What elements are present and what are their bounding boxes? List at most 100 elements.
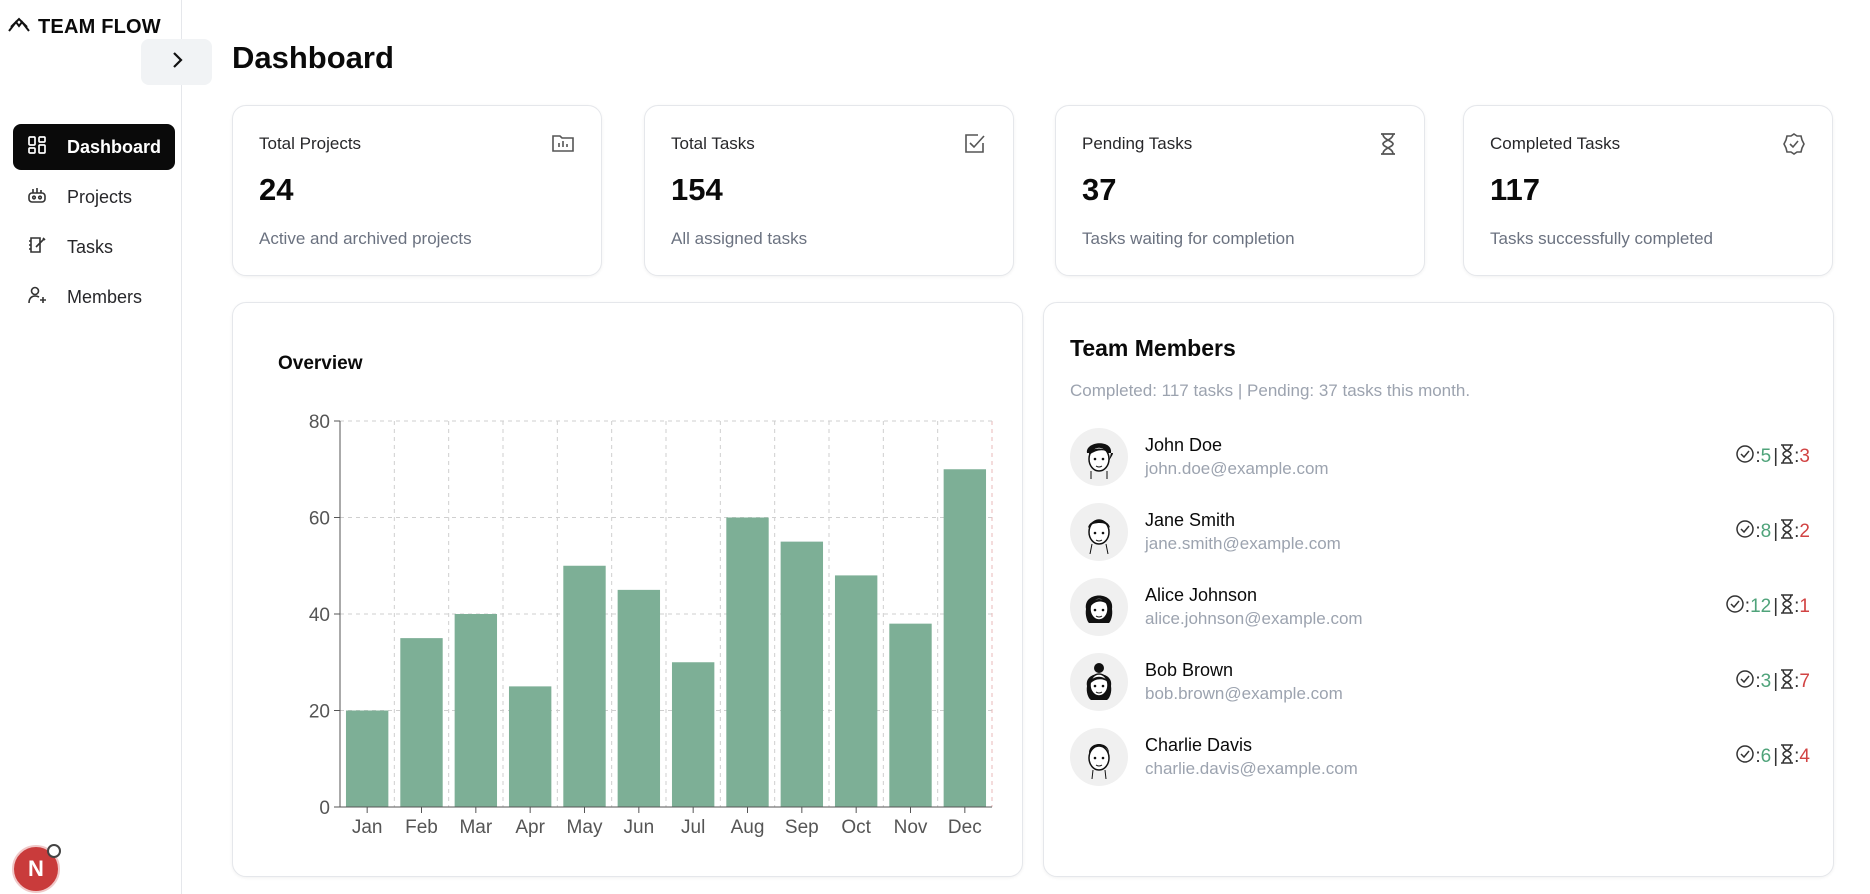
member-row[interactable]: Charlie Davis charlie.davis@example.com …	[1070, 719, 1810, 794]
pending-count: 3	[1799, 445, 1810, 467]
hourglass-icon	[1378, 132, 1398, 161]
member-row[interactable]: Alice Johnson alice.johnson@example.com …	[1070, 569, 1810, 644]
member-email: alice.johnson@example.com	[1145, 608, 1363, 628]
member-name: Charlie Davis	[1145, 734, 1253, 755]
check-circle-icon	[1735, 669, 1755, 695]
chevron-right-icon	[170, 51, 184, 74]
folder-icon	[551, 132, 575, 159]
bar-jan	[345, 710, 389, 807]
member-name: Bob Brown	[1145, 659, 1234, 680]
y-tick-label: 0	[319, 798, 330, 819]
stat-value: 154	[671, 172, 723, 207]
completed-count: 3	[1760, 670, 1772, 692]
x-tick-label: Feb	[405, 817, 438, 838]
sidebar-item-dashboard[interactable]: Dashboard	[13, 124, 175, 170]
sidebar-nav: Dashboard Projects Tasks Members	[13, 124, 175, 324]
brand-name: TEAM FLOW	[38, 16, 161, 38]
x-tick-label: Mar	[459, 817, 492, 838]
add-user-icon	[27, 285, 47, 310]
sidebar: TEAM FLOW Dashboard Projects Tasks Membe…	[0, 0, 182, 894]
tasks-icon	[27, 235, 47, 260]
bar-sep	[780, 541, 824, 807]
sidebar-item-members[interactable]: Members	[13, 274, 175, 320]
projects-icon	[27, 185, 47, 210]
x-tick-label: Dec	[948, 817, 982, 838]
member-task-counts: :5 | :3	[1735, 443, 1810, 470]
bar-feb	[400, 638, 443, 807]
check-circle-icon	[1735, 519, 1755, 545]
stat-value: 37	[1082, 172, 1117, 207]
check-circle-icon	[1735, 744, 1755, 770]
member-task-counts: :3 | :7	[1735, 668, 1810, 695]
hourglass-icon	[1780, 593, 1794, 620]
member-email: jane.smith@example.com	[1145, 533, 1341, 553]
user-avatar[interactable]: N	[12, 844, 61, 893]
page-title: Dashboard	[232, 40, 394, 75]
member-email: charlie.davis@example.com	[1145, 758, 1358, 778]
stat-label: Completed Tasks	[1490, 134, 1621, 153]
stat-card-completed-tasks: Completed Tasks 117 Tasks successfully c…	[1463, 105, 1833, 276]
member-name: John Doe	[1145, 434, 1223, 455]
sidebar-toggle-button[interactable]	[141, 39, 212, 85]
brand[interactable]: TEAM FLOW	[8, 16, 161, 39]
stat-value: 24	[259, 172, 294, 207]
completed-count: 12	[1750, 595, 1772, 617]
sidebar-item-label: Dashboard	[67, 136, 162, 157]
hourglass-icon	[1780, 443, 1794, 470]
member-task-counts: :12 | :1	[1725, 593, 1810, 620]
hourglass-icon	[1780, 518, 1794, 545]
member-list: John Doe john.doe@example.com :5 | :3 Ja…	[1070, 419, 1810, 794]
member-row[interactable]: Bob Brown bob.brown@example.com :3 | :7	[1070, 644, 1810, 719]
stat-value: 117	[1490, 172, 1541, 207]
sidebar-item-label: Tasks	[67, 236, 114, 257]
bar-jun	[617, 589, 661, 807]
x-tick-label: Jan	[352, 817, 383, 838]
overview-bar-chart: 0 20 40 60 80 Jan Feb Mar Apr May Jun Jul Aug Sep Oct N…	[309, 412, 993, 838]
x-tick-label: May	[567, 817, 603, 838]
avatar	[1070, 502, 1128, 561]
check-circle-icon	[1725, 594, 1745, 620]
member-row[interactable]: Jane Smith jane.smith@example.com :8 | :…	[1070, 494, 1810, 569]
avatar	[1070, 577, 1128, 636]
sidebar-item-label: Projects	[67, 186, 133, 207]
bar-aug	[726, 517, 769, 807]
mountain-logo-icon	[8, 16, 30, 39]
bar-nov	[889, 623, 932, 807]
completed-count: 6	[1760, 745, 1772, 767]
pending-count: 4	[1799, 745, 1810, 767]
stat-label: Pending Tasks	[1082, 134, 1193, 153]
sidebar-item-projects[interactable]: Projects	[13, 174, 175, 220]
member-name: Jane Smith	[1145, 509, 1236, 530]
x-tick-label: Oct	[841, 817, 871, 838]
stat-desc: Tasks successfully completed	[1490, 229, 1713, 248]
member-row[interactable]: John Doe john.doe@example.com :5 | :3	[1070, 419, 1810, 494]
bar-mar	[454, 614, 498, 807]
pending-count: 2	[1799, 520, 1810, 542]
stat-card-total-tasks: Total Tasks 154 All assigned tasks	[644, 105, 1014, 276]
badge-check-icon	[1782, 132, 1806, 161]
bar-oct	[834, 575, 878, 807]
x-tick-label: Jul	[681, 817, 705, 838]
completed-count: 5	[1760, 445, 1772, 467]
pending-count: 7	[1799, 670, 1810, 692]
avatar	[1070, 652, 1128, 711]
checkbox-icon	[963, 132, 987, 161]
hourglass-icon	[1780, 743, 1794, 770]
stat-desc: Tasks waiting for completion	[1082, 229, 1295, 248]
stat-desc: Active and archived projects	[259, 229, 472, 248]
status-dot	[47, 844, 61, 858]
member-task-counts: :8 | :2	[1735, 518, 1810, 545]
bar-dec	[943, 469, 987, 807]
x-tick-label: Sep	[785, 817, 819, 838]
avatar	[1070, 727, 1128, 786]
sidebar-item-tasks[interactable]: Tasks	[13, 224, 175, 270]
y-tick-label: 80	[309, 412, 330, 433]
overview-panel: Overview 0 20 40 60 80 Jan Feb Mar Apr May Jun Jul A…	[232, 302, 1023, 877]
bar-may	[563, 565, 606, 807]
x-tick-label: Aug	[731, 817, 765, 838]
sidebar-item-label: Members	[67, 286, 143, 307]
stat-desc: All assigned tasks	[671, 229, 808, 248]
completed-count: 8	[1760, 520, 1772, 542]
y-tick-label: 60	[309, 509, 330, 530]
avatar	[1070, 427, 1128, 486]
